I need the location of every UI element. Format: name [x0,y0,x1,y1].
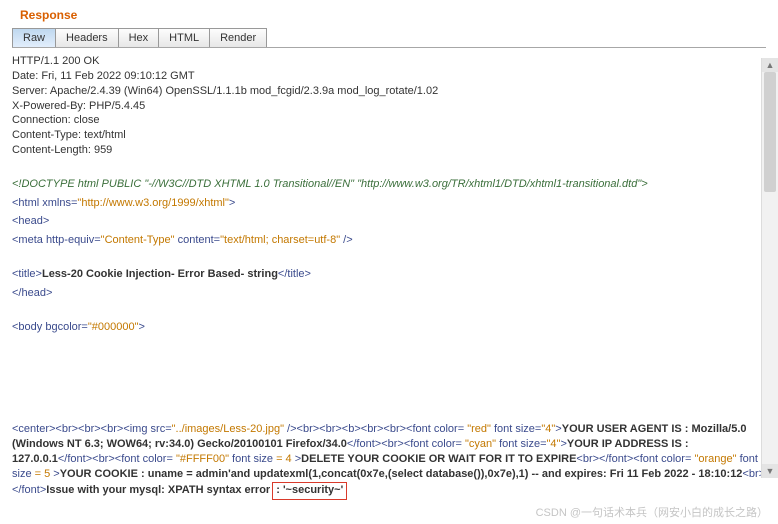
xpath-error: Issue with your mysql: XPATH syntax erro… [46,484,270,496]
font-cyan: <br><font [381,438,431,450]
tab-html[interactable]: HTML [158,28,210,47]
response-panel: Response Raw Headers Hex HTML Render HTT… [0,0,778,524]
tab-bar: Raw Headers Hex HTML Render [12,28,766,48]
http-header: Date: Fri, 11 Feb 2022 09:10:12 GMT [12,69,766,84]
xpath-highlight: : '~security~' [272,482,347,500]
font-yellow: <br><font [92,453,142,465]
expire-label: DELETE YOUR COOKIE OR WAIT FOR IT TO EXP… [301,453,576,465]
html-open: <html xmlns="http://www.w3.org/1999/xhtm… [12,196,766,211]
img-tag: <img [123,423,150,435]
blank-space [12,334,766,418]
tab-raw[interactable]: Raw [12,28,56,47]
scroll-track[interactable] [762,72,778,464]
panel-title: Response [20,8,766,22]
http-header: Connection: close [12,113,766,128]
xpath-value: '~security~' [283,484,343,496]
head-open: <head> [12,214,766,229]
raw-content[interactable]: HTTP/1.1 200 OK Date: Fri, 11 Feb 2022 0… [12,54,766,500]
http-header: Content-Type: text/html [12,128,766,143]
watermark: CSDN @一句话术本兵（网安小白的成长之路） [536,504,768,520]
http-header: HTTP/1.1 200 OK [12,54,766,69]
cookie-value: YOUR COOKIE : uname = admin'and updatexm… [60,468,743,480]
tab-headers[interactable]: Headers [55,28,119,47]
scrollbar[interactable]: ▲ ▼ [761,58,778,478]
font-red: <font [406,423,434,435]
response-body: <center><br><br><br><img src="../images/… [12,422,766,499]
doctype-line: <!DOCTYPE html PUBLIC "-//W3C//DTD XHTML… [12,177,766,192]
scroll-up-icon[interactable]: ▲ [762,58,778,72]
tab-hex[interactable]: Hex [118,28,160,47]
tab-render[interactable]: Render [209,28,267,47]
head-close: </head> [12,286,766,301]
scroll-thumb[interactable] [764,72,776,192]
body-open: <body bgcolor="#000000"> [12,320,766,335]
http-header: Server: Apache/2.4.39 (Win64) OpenSSL/1.… [12,84,766,99]
http-header: X-Powered-By: PHP/5.4.45 [12,99,766,114]
title-line: <title>Less-20 Cookie Injection- Error B… [12,267,766,282]
meta-line: <meta http-equiv="Content-Type" content=… [12,233,766,248]
http-header: Content-Length: 959 [12,143,766,158]
font-orange: <font [633,453,661,465]
scroll-down-icon[interactable]: ▼ [762,464,778,478]
